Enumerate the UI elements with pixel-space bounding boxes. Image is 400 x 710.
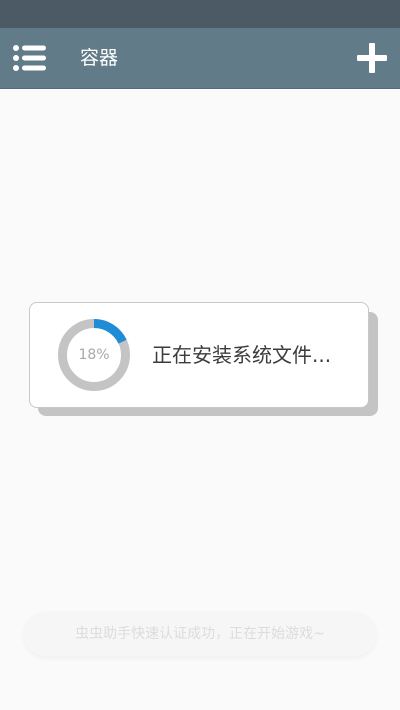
app-bar: 容器 bbox=[0, 28, 400, 89]
status-bar bbox=[0, 0, 400, 28]
list-menu-icon bbox=[13, 45, 46, 71]
progress-message: 正在安装系统文件... bbox=[152, 343, 332, 367]
progress-dialog: 18% 正在安装系统文件... bbox=[29, 302, 369, 408]
page-title: 容器 bbox=[80, 47, 119, 69]
add-button[interactable] bbox=[354, 40, 390, 76]
plus-icon bbox=[357, 43, 387, 73]
menu-button[interactable] bbox=[12, 43, 50, 73]
progress-percent: 18% bbox=[78, 347, 110, 363]
toast-message: 虫虫助手快速认证成功，正在开始游戏~ bbox=[24, 612, 376, 656]
